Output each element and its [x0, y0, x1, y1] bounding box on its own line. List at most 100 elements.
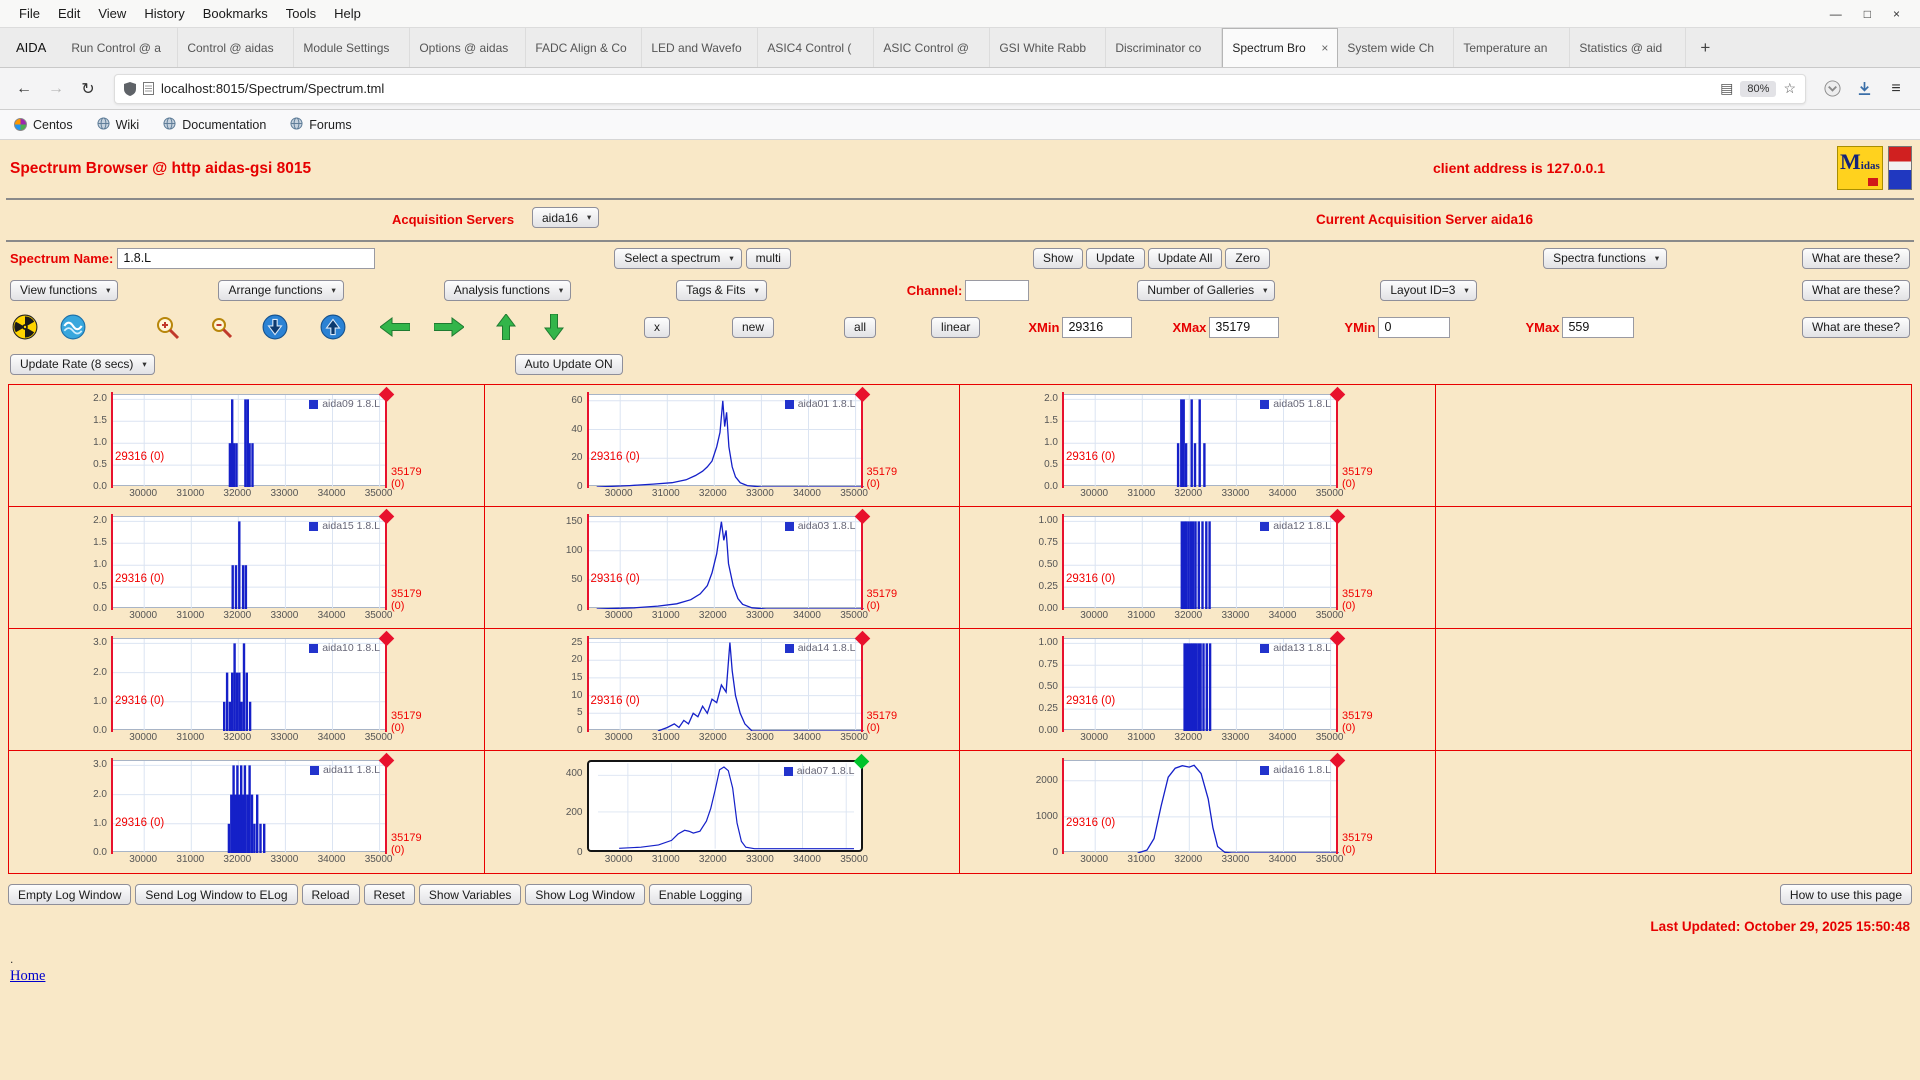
download-icon[interactable] [1850, 75, 1878, 103]
plot-area[interactable]: aida16 1.8.L29316 (0) [1062, 760, 1338, 852]
update-all-button[interactable]: Update All [1148, 248, 1223, 269]
menu-history[interactable]: History [135, 6, 193, 21]
scroll-down-icon[interactable] [262, 314, 288, 340]
tab-close-icon[interactable]: × [1321, 41, 1328, 55]
spectrum-chart-aida07[interactable]: 0200400300003100032000330003400035000aid… [587, 760, 863, 852]
browser-tab[interactable]: GSI White Rabb [990, 28, 1106, 67]
all-button[interactable]: all [844, 317, 876, 338]
bookmark-wiki[interactable]: Wiki [97, 117, 140, 133]
plot-area[interactable]: aida10 1.8.L29316 (0) [111, 638, 387, 730]
what-are-these-button-2[interactable]: What are these? [1802, 280, 1910, 301]
plot-area[interactable]: aida15 1.8.L29316 (0) [111, 516, 387, 608]
browser-tab[interactable]: Control @ aidas [178, 28, 294, 67]
plot-area[interactable]: aida09 1.8.L29316 (0) [111, 394, 387, 486]
linear-button[interactable]: linear [931, 317, 980, 338]
menu-view[interactable]: View [89, 6, 135, 21]
spectrum-chart-aida10[interactable]: 0.01.02.03.03000031000320003300034000350… [111, 638, 387, 730]
browser-tab[interactable]: FADC Align & Co [526, 28, 642, 67]
plot-area[interactable]: aida14 1.8.L29316 (0) [587, 638, 863, 730]
update-button[interactable]: Update [1086, 248, 1145, 269]
menu-edit[interactable]: Edit [49, 6, 89, 21]
minimize-button[interactable]: — [1830, 7, 1842, 21]
analysis-functions-dropdown[interactable]: Analysis functions▾ [444, 280, 571, 301]
browser-tab[interactable]: Spectrum Bro× [1222, 28, 1338, 67]
menu-bookmarks[interactable]: Bookmarks [194, 6, 277, 21]
plot-area[interactable]: aida07 1.8.L [587, 760, 863, 852]
browser-tab[interactable]: ASIC4 Control ( [758, 28, 874, 67]
url-text[interactable]: localhost:8015/Spectrum/Spectrum.tml [161, 81, 1713, 96]
bookmark-documentation[interactable]: Documentation [163, 117, 266, 133]
new-tab-button[interactable]: + [1686, 28, 1724, 67]
spectrum-chart-aida12[interactable]: 0.000.250.500.751.0030000310003200033000… [1062, 516, 1338, 608]
num-galleries-dropdown[interactable]: Number of Galleries▾ [1137, 280, 1275, 301]
channel-input[interactable] [965, 280, 1029, 301]
plot-area[interactable]: aida05 1.8.L29316 (0) [1062, 394, 1338, 486]
ymin-input[interactable] [1378, 317, 1450, 338]
browser-tab[interactable]: LED and Wavefo [642, 28, 758, 67]
plot-area[interactable]: aida01 1.8.L29316 (0) [587, 394, 863, 486]
xmax-input[interactable] [1209, 317, 1279, 338]
shield-icon[interactable] [124, 82, 136, 96]
close-button[interactable]: × [1893, 7, 1900, 21]
pan-left-icon[interactable] [380, 317, 410, 337]
auto-update-button[interactable]: Auto Update ON [515, 354, 623, 375]
zoom-out-icon[interactable] [210, 316, 234, 338]
plot-area[interactable]: aida11 1.8.L29316 (0) [111, 760, 387, 852]
spectrum-chart-aida09[interactable]: 0.00.51.01.52.03000031000320003300034000… [111, 394, 387, 486]
send-log-window-to-elog-button[interactable]: Send Log Window to ELog [135, 884, 297, 905]
spectrum-chart-aida01[interactable]: 0204060300003100032000330003400035000aid… [587, 394, 863, 486]
browser-tab[interactable]: System wide Ch [1338, 28, 1454, 67]
page-icon[interactable] [143, 82, 154, 95]
water-refresh-icon[interactable] [60, 314, 86, 340]
x-button[interactable]: x [644, 317, 670, 338]
show-log-window-button[interactable]: Show Log Window [525, 884, 644, 905]
show-variables-button[interactable]: Show Variables [419, 884, 522, 905]
reader-view-icon[interactable]: ▤ [1720, 80, 1733, 97]
forward-icon[interactable]: → [42, 75, 70, 103]
spectrum-name-input[interactable] [117, 248, 375, 269]
browser-tab[interactable]: Temperature an [1454, 28, 1570, 67]
what-are-these-button-1[interactable]: What are these? [1802, 248, 1910, 269]
pan-up-icon[interactable] [496, 314, 516, 340]
spectrum-chart-aida14[interactable]: 0510152025300003100032000330003400035000… [587, 638, 863, 730]
xmin-input[interactable] [1062, 317, 1132, 338]
menu-tools[interactable]: Tools [277, 6, 325, 21]
layout-id-dropdown[interactable]: Layout ID=3▾ [1380, 280, 1476, 301]
pan-right-icon[interactable] [434, 317, 464, 337]
zoom-level-badge[interactable]: 80% [1740, 81, 1776, 97]
home-link[interactable]: Home [10, 968, 45, 984]
browser-tab[interactable]: Module Settings [294, 28, 410, 67]
browser-tab[interactable]: Options @ aidas [410, 28, 526, 67]
reset-button[interactable]: Reset [364, 884, 415, 905]
menu-help[interactable]: Help [325, 6, 370, 21]
zoom-in-icon[interactable] [154, 314, 182, 340]
arrange-functions-dropdown[interactable]: Arrange functions▾ [218, 280, 343, 301]
back-icon[interactable]: ← [10, 75, 38, 103]
pocket-icon[interactable] [1818, 75, 1846, 103]
ymax-input[interactable] [1562, 317, 1634, 338]
view-functions-dropdown[interactable]: View functions▾ [10, 280, 118, 301]
spectra-functions-dropdown[interactable]: Spectra functions▾ [1543, 248, 1667, 269]
what-are-these-button-3[interactable]: What are these? [1802, 317, 1910, 338]
update-rate-dropdown[interactable]: Update Rate (8 secs)▾ [10, 354, 155, 375]
new-button[interactable]: new [732, 317, 774, 338]
spectrum-chart-aida16[interactable]: 010002000300003100032000330003400035000a… [1062, 760, 1338, 852]
spectrum-chart-aida05[interactable]: 0.00.51.01.52.03000031000320003300034000… [1062, 394, 1338, 486]
browser-tab[interactable]: Statistics @ aid [1570, 28, 1686, 67]
scroll-up-icon[interactable] [320, 314, 346, 340]
radiation-icon[interactable] [12, 314, 38, 340]
menu-file[interactable]: File [10, 6, 49, 21]
empty-log-window-button[interactable]: Empty Log Window [8, 884, 131, 905]
reload-button[interactable]: Reload [302, 884, 360, 905]
enable-logging-button[interactable]: Enable Logging [649, 884, 752, 905]
pan-down-icon[interactable] [544, 314, 564, 340]
select-spectrum-dropdown[interactable]: Select a spectrum▾ [614, 248, 741, 269]
spectrum-chart-aida15[interactable]: 0.00.51.01.52.03000031000320003300034000… [111, 516, 387, 608]
zero-button[interactable]: Zero [1225, 248, 1270, 269]
spectrum-chart-aida11[interactable]: 0.01.02.03.03000031000320003300034000350… [111, 760, 387, 852]
bookmark-centos[interactable]: Centos [14, 118, 73, 132]
plot-area[interactable]: aida13 1.8.L29316 (0) [1062, 638, 1338, 730]
bookmark-forums[interactable]: Forums [290, 117, 351, 133]
spectrum-chart-aida13[interactable]: 0.000.250.500.751.0030000310003200033000… [1062, 638, 1338, 730]
plot-area[interactable]: aida12 1.8.L29316 (0) [1062, 516, 1338, 608]
